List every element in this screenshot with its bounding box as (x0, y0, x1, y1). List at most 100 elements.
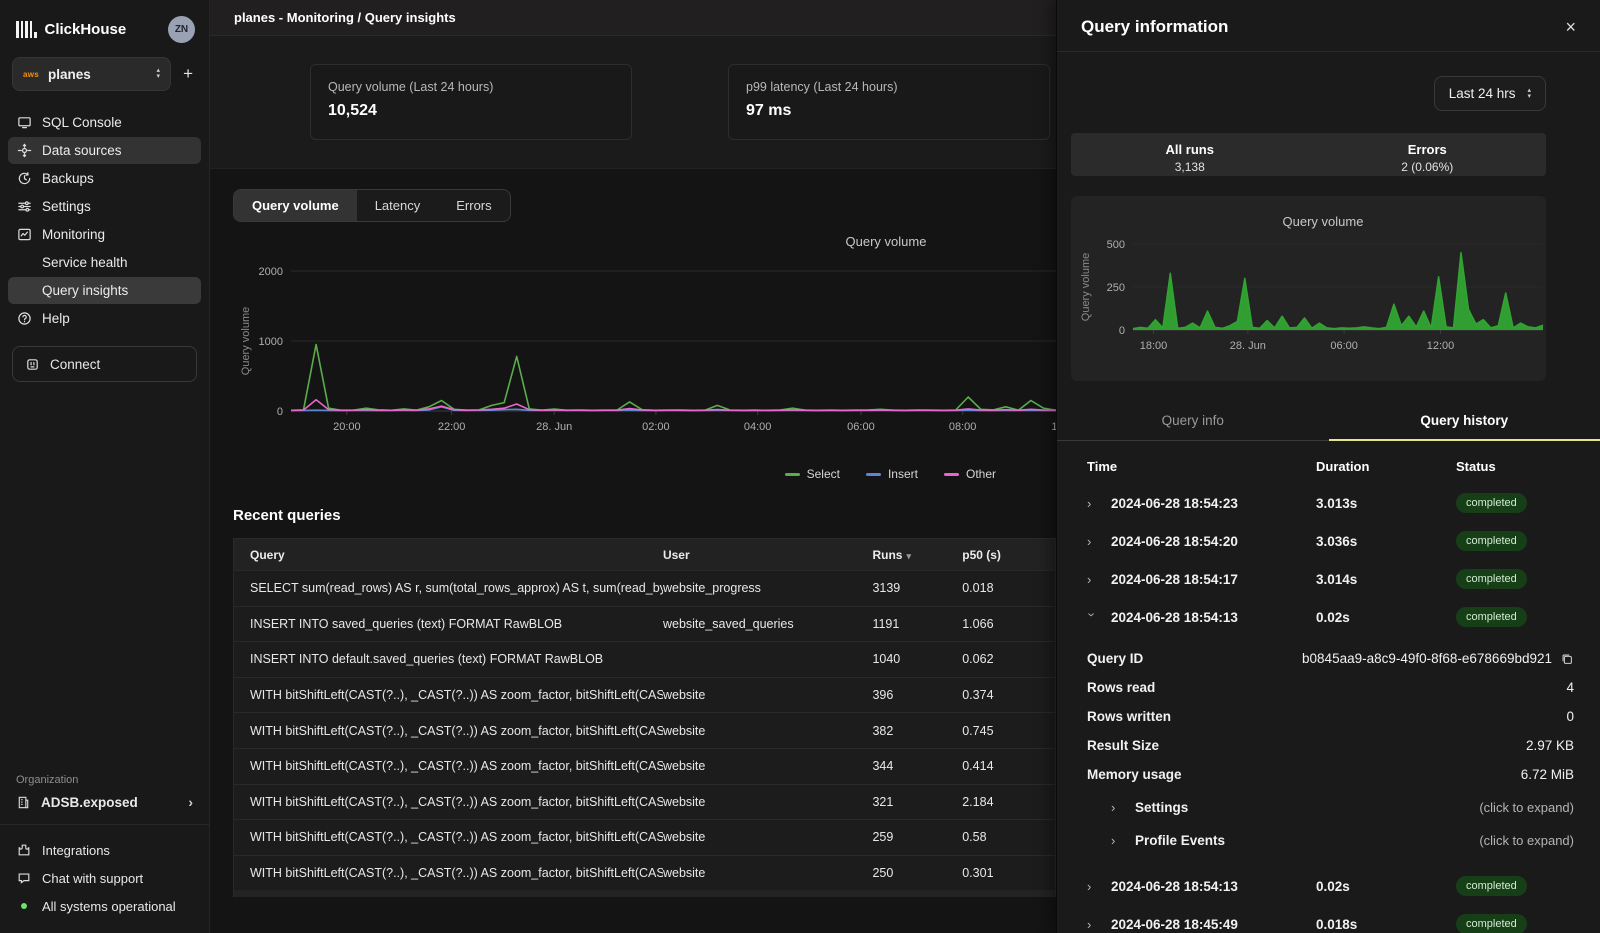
panel-title: Query information (1081, 17, 1228, 37)
chevron-expand-icon[interactable]: › (1087, 572, 1097, 587)
query-row[interactable]: WITH bitShiftLeft(CAST(?..), _CAST(?..))… (234, 712, 1055, 748)
history-row[interactable]: › 2024-06-28 18:54:17 3.014s completed (1057, 560, 1600, 598)
sidebar-footer-item[interactable]: All systems operational (8, 893, 201, 919)
query-row[interactable]: WITH bitShiftLeft(CAST(?..), _CAST(?..))… (234, 855, 1055, 891)
user-avatar[interactable]: ZN (168, 16, 195, 43)
query-user: website_progress (663, 581, 872, 595)
sidebar: ClickHouse ZN aws planes ▴▾ + SQL Consol… (0, 0, 210, 933)
chevron-expand-icon[interactable]: › (1087, 917, 1097, 932)
sidebar-nav-item[interactable]: Service health (8, 249, 201, 276)
query-text: WITH bitShiftLeft(CAST(?..), _CAST(?..))… (234, 830, 663, 844)
sidebar-nav-item[interactable]: SQL Console (8, 109, 201, 136)
history-row[interactable]: › 2024-06-28 18:54:13 0.02s completed (1057, 867, 1600, 905)
organization-heading: Organization (0, 774, 209, 794)
query-row[interactable]: SELECT sum(read_rows) AS r, sum(total_ro… (234, 570, 1055, 606)
chevron-right-icon: › (188, 794, 193, 810)
query-row[interactable]: WITH bitShiftLeft(CAST(?..), _CAST(?..))… (234, 819, 1055, 855)
query-p50: 1.066 (962, 617, 1055, 631)
history-row[interactable]: › 2024-06-28 18:54:23 3.013s completed (1057, 484, 1600, 522)
query-runs: 250 (872, 866, 962, 880)
query-row[interactable]: INSERT INTO saved_queries (text) FORMAT … (234, 606, 1055, 642)
sidebar-footer-item[interactable]: Chat with support (8, 865, 201, 891)
svg-text:02:00: 02:00 (642, 421, 670, 433)
chevron-expand-icon: › (1111, 800, 1121, 815)
svg-text:Query volume: Query volume (1283, 214, 1364, 229)
expandable-section[interactable]: › Settings (click to expand) (1057, 791, 1600, 824)
chevron-expand-icon[interactable]: › (1087, 496, 1097, 511)
query-p50: 0.374 (962, 688, 1055, 702)
connect-button[interactable]: Connect (12, 346, 197, 382)
status-badge: completed (1456, 531, 1527, 551)
query-text: WITH bitShiftLeft(CAST(?..), _CAST(?..))… (234, 795, 663, 809)
segment-label: Errors (1309, 142, 1547, 157)
history-rows-top: › 2024-06-28 18:54:23 3.013s completed ›… (1057, 484, 1600, 636)
expandable-section[interactable]: › Profile Events (click to expand) (1057, 824, 1600, 857)
segment[interactable]: All runs 3,138 (1071, 133, 1309, 176)
svg-text:06:00: 06:00 (847, 421, 875, 433)
query-user: website (663, 688, 872, 702)
panel-tab[interactable]: Query info (1057, 403, 1329, 440)
sidebar-nav-item[interactable]: Monitoring (8, 221, 201, 248)
stat-label: Query volume (Last 24 hours) (328, 80, 614, 94)
sidebar-divider (0, 824, 209, 825)
col-time: Time (1087, 459, 1316, 474)
settings-icon (16, 199, 32, 215)
segment[interactable]: Errors 2 (0.06%) (1309, 133, 1547, 176)
chevron-expand-icon[interactable]: › (1087, 534, 1097, 549)
svg-text:28. Jun: 28. Jun (536, 421, 572, 433)
history-duration: 3.036s (1316, 534, 1456, 549)
panel-tab[interactable]: Query history (1329, 403, 1600, 440)
query-text: WITH bitShiftLeft(CAST(?..), _CAST(?..))… (234, 866, 663, 880)
add-service-button[interactable]: + (181, 64, 195, 84)
sidebar-nav-item[interactable]: Settings (8, 193, 201, 220)
sidebar-footer-item[interactable]: Integrations (8, 837, 201, 863)
segment-value: 2 (0.06%) (1309, 160, 1547, 174)
sidebar-footer: Integrations Chat with support All syste… (0, 837, 209, 933)
sidebar-nav-item[interactable]: Data sources (8, 137, 201, 164)
chevron-expand-icon[interactable]: › (1087, 879, 1097, 894)
main-content: planes - Monitoring / Query insights Que… (210, 0, 1056, 933)
time-range-select[interactable]: Last 24 hrs ▴▾ (1434, 76, 1546, 111)
chart-tab[interactable]: Query volume (234, 190, 357, 221)
sidebar-nav-item[interactable]: Backups (8, 165, 201, 192)
detail-value: 2.97 KB (1526, 738, 1574, 753)
legend-item-select[interactable]: Select (785, 467, 840, 481)
query-user: website_saved_queries (663, 617, 872, 631)
sidebar-nav-item[interactable]: Help (8, 305, 201, 332)
history-row[interactable]: › 2024-06-28 18:54:20 3.036s completed (1057, 522, 1600, 560)
query-volume-chart: 01000200020:0022:0028. Jun02:0004:0006:0… (233, 226, 1056, 458)
close-icon[interactable]: × (1565, 18, 1576, 36)
query-row[interactable]: WITH bitShiftLeft(CAST(?..), _CAST(?..))… (234, 677, 1055, 713)
query-row[interactable]: WITH bitShiftLeft(CAST(?..), _CAST(?..))… (234, 784, 1055, 820)
runs-errors-toggle: All runs 3,138 Errors 2 (0.06%) (1071, 133, 1546, 176)
svg-text:08:00: 08:00 (949, 421, 977, 433)
col-runs[interactable]: Runs▾ (872, 548, 962, 562)
history-row[interactable]: › 2024-06-28 18:45:49 0.018s completed (1057, 905, 1600, 933)
query-p50: 0.58 (962, 830, 1055, 844)
chart-tab[interactable]: Latency (357, 190, 439, 221)
query-history: Time Duration Status › 2024-06-28 18:54:… (1057, 441, 1600, 933)
history-duration: 3.014s (1316, 572, 1456, 587)
sidebar-nav-item[interactable]: Query insights (8, 277, 201, 304)
col-p50: p50 (s) (962, 548, 1055, 562)
legend-item-other[interactable]: Other (944, 467, 996, 481)
legend-item-insert[interactable]: Insert (866, 467, 918, 481)
query-row[interactable]: WITH bitShiftLeft(CAST(?..), _CAST(?..))… (234, 748, 1055, 784)
organization-row[interactable]: ADSB.exposed › (0, 794, 209, 824)
copy-icon[interactable] (1560, 652, 1574, 666)
legend-swatch-icon (785, 473, 800, 476)
table-next-row-partial (233, 890, 1056, 897)
chevron-updown-icon: ▴▾ (1527, 88, 1531, 100)
query-information-panel: Query information × Last 24 hrs ▴▾ All r… (1056, 0, 1600, 933)
footer-item-label: Chat with support (42, 871, 143, 886)
query-p50: 0.062 (962, 652, 1055, 666)
detail-label: Rows written (1087, 709, 1171, 724)
service-selector[interactable]: aws planes ▴▾ (12, 57, 171, 91)
query-row[interactable]: INSERT INTO default.saved_queries (text)… (234, 641, 1055, 677)
chart-tab[interactable]: Errors (438, 190, 509, 221)
history-row[interactable]: › 2024-06-28 18:54:13 0.02s completed (1057, 598, 1600, 636)
query-runs: 382 (872, 724, 962, 738)
svg-text:12:00: 12:00 (1427, 340, 1455, 352)
chevron-expand-icon[interactable]: › (1085, 612, 1100, 622)
query-p50: 0.018 (962, 581, 1055, 595)
